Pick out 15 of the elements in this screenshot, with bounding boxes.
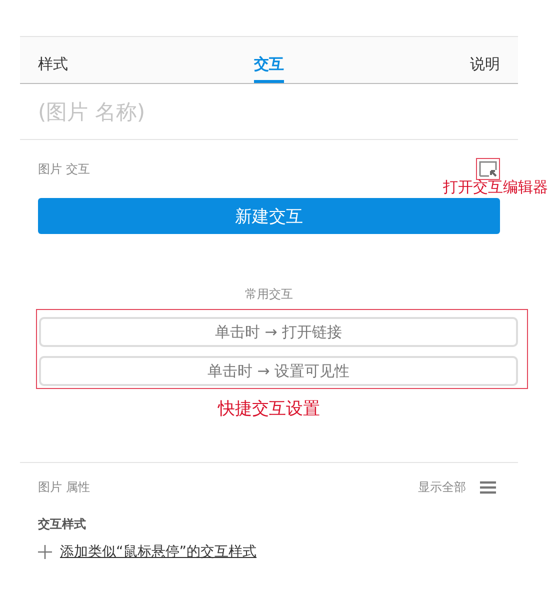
new-interaction-button[interactable]: 新建交互 [38,198,500,234]
annotation-label: 快捷交互设置 [218,398,320,420]
section-title: 图片 交互 [38,160,90,178]
menu-icon[interactable] [480,481,496,494]
quick-interaction-button[interactable]: 单击时 → 打开链接 [39,317,518,347]
section-caption: 常用交互 [245,286,293,303]
tab[interactable]: 样式 [38,55,68,83]
section-title: 图片 属性 [38,479,90,496]
subsection-heading: 交互样式 [37,516,87,533]
add-style-link[interactable]: 添加类似“鼠标悬停”的交互样式 [60,543,257,561]
tab[interactable]: 说明 [470,55,500,83]
quick-interaction-button[interactable]: 单击时 → 设置可见性 [39,356,518,386]
annotation-label: 打开交互编辑器 [443,178,548,197]
plus-icon [38,545,52,559]
show-all-link[interactable]: 显示全部 [418,479,466,496]
